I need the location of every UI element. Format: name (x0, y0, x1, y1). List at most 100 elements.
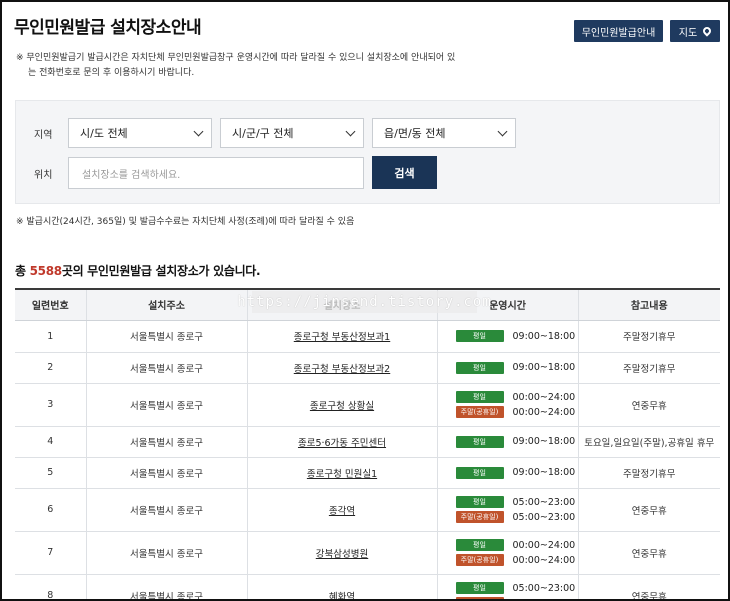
row-note: 연중무휴 (577, 488, 720, 532)
map-button[interactable]: 지도 (670, 20, 720, 42)
table-body: 1 서울특별시 종로구 종로구청 부동산정보과1 평일 09:00~18:00 주말정기휴… (15, 320, 720, 600)
header-note: 참고내용 (577, 288, 720, 321)
location-pin-icon (701, 25, 713, 37)
weekday-badge: 평일 (455, 391, 504, 403)
fee-note: ※ 발급시간(24시간, 365일) 및 발급수수료는 자치단체 사정(조례)에… (16, 217, 355, 227)
place-link[interactable]: 종로구청 상황실 (310, 401, 374, 412)
location-label: 위치 (34, 170, 53, 181)
place-link[interactable]: 종각역 (329, 506, 355, 517)
holiday-badge: 주말(공휴일) (455, 597, 504, 599)
issuance-guide-button[interactable]: 무인민원발급안내 (574, 20, 663, 42)
row-note: 주말정기휴무 (577, 320, 720, 353)
hours-entry: 평일 05:00~23:00 (455, 581, 576, 596)
place-link[interactable]: 종로구청 민원실1 (307, 469, 377, 480)
holiday-badge: 주말(공휴일) (455, 554, 504, 566)
table-row: 5 서울특별시 종로구 종로구청 민원실1 평일 09:00~18:00 주말정기휴무 (15, 457, 720, 489)
hours-entry: 평일 09:00~18:00 (455, 329, 576, 344)
row-note: 토요일,일요일(주말),공휴일 휴무 (577, 426, 720, 458)
row-hours: 평일 00:00~24:00 주말(공휴일) 00:00~24:00 (436, 383, 578, 427)
holiday-badge: 주말(공휴일) (455, 406, 504, 418)
row-address: 서울특별시 종로구 (85, 574, 247, 599)
hours-entry: 평일 09:00~18:00 (455, 360, 576, 375)
weekday-badge: 평일 (455, 435, 504, 448)
sigungu-select[interactable]: 시/군/구 전체 (220, 118, 364, 148)
region-label: 지역 (34, 130, 53, 141)
hours-time: 05:00~23:00 (512, 496, 576, 508)
table-row: 3 서울특별시 종로구 종로구청 상황실 평일 00:00~24:00 주말(공휴일) 00… (15, 383, 720, 427)
map-button-label: 지도 (678, 27, 698, 39)
hours-entry: 평일 09:00~18:00 (455, 465, 576, 480)
row-note: 연중무휴 (577, 383, 720, 427)
row-address: 서울특별시 종로구 (85, 383, 247, 427)
row-hours: 평일 05:00~23:00 주말(공휴일) 05:00~23:00 (436, 574, 578, 600)
row-serial: 2 (15, 352, 86, 384)
row-hours: 평일 09:00~18:00 (436, 320, 578, 353)
search-panel: 지역 시/도 전체 시/군/구 전체 읍/면/동 전체 위치 설치장소를 검색하… (15, 100, 720, 204)
chevron-down-icon (193, 126, 204, 137)
row-serial: 7 (15, 531, 86, 575)
place-link[interactable]: 종로구청 부동산정보과1 (294, 332, 390, 343)
row-serial: 4 (15, 426, 86, 458)
chevron-down-icon (345, 126, 356, 137)
dong-select[interactable]: 읍/면/동 전체 (372, 118, 516, 148)
summary-suffix: 곳의 무인민원발급 설치장소가 있습니다. (61, 264, 261, 278)
hours-entry: 평일 00:00~24:00 (455, 390, 576, 405)
row-place-cell: 강북삼성병원 (246, 531, 437, 575)
place-link[interactable]: 종로구청 부동산정보과2 (294, 364, 390, 375)
weekday-badge: 평일 (455, 330, 504, 342)
search-button[interactable]: 검색 (372, 156, 437, 189)
weekday-badge: 평일 (455, 496, 504, 508)
weekday-badge: 평일 (455, 361, 504, 374)
row-note: 연중무휴 (577, 531, 720, 575)
hours-time: 09:00~18:00 (512, 467, 576, 478)
row-address: 서울특별시 종로구 (85, 352, 247, 384)
location-search-input[interactable]: 설치장소를 검색하세요. (68, 157, 364, 189)
chevron-down-icon (497, 126, 508, 137)
row-hours: 평일 09:00~18:00 (436, 352, 578, 384)
hours-entry: 주말(공휴일) 00:00~24:00 (455, 405, 576, 420)
notice-line-1: ※ 무인민원발급기 발급시간은 자치단체 무인민원발급창구 운영시간에 따라 달… (16, 53, 456, 63)
row-serial: 6 (15, 488, 86, 532)
dong-select-value: 읍/면/동 전체 (384, 127, 446, 140)
result-summary: 총 5588곳의 무인민원발급 설치장소가 있습니다. (15, 262, 261, 279)
hours-time: 09:00~18:00 (512, 362, 576, 373)
place-link[interactable]: 강북삼성병원 (316, 549, 368, 560)
notice-line-2: 는 전화번호로 문의 후 이용하시기 바랍니다. (28, 68, 195, 78)
hours-time: 09:00~18:00 (512, 330, 576, 342)
row-address: 서울특별시 종로구 (85, 320, 247, 353)
row-place-cell: 종각역 (246, 488, 437, 532)
row-address: 서울특별시 종로구 (85, 457, 247, 489)
hours-time: 00:00~24:00 (512, 539, 576, 551)
result-count: 5588 (29, 264, 63, 278)
table-row: 1 서울특별시 종로구 종로구청 부동산정보과1 평일 09:00~18:00 주말정기휴… (15, 320, 720, 353)
place-link[interactable]: 종로5·6가동 주민센터 (298, 438, 386, 449)
sigungu-select-value: 시/군/구 전체 (232, 127, 294, 140)
row-note: 연중무휴 (577, 574, 720, 599)
row-address: 서울특별시 종로구 (85, 426, 247, 458)
weekday-badge: 평일 (455, 582, 504, 594)
sido-select[interactable]: 시/도 전체 (68, 118, 212, 148)
watermark: https://jinsend.tistory.com (237, 291, 491, 313)
place-link[interactable]: 혜화역 (329, 592, 355, 600)
row-place-cell: 종로구청 민원실1 (246, 457, 437, 489)
row-hours: 평일 09:00~18:00 (436, 426, 578, 458)
page-title: 무인민원발급 설치장소안내 (14, 18, 202, 38)
hours-time: 00:00~24:00 (512, 554, 576, 566)
row-serial: 5 (15, 457, 86, 489)
row-note: 주말정기휴무 (577, 352, 720, 384)
hours-time: 00:00~24:00 (512, 391, 576, 403)
header-address: 설치주소 (85, 288, 247, 321)
hours-entry: 평일 05:00~23:00 (455, 495, 576, 510)
table-row: 8서울특별시 종로구혜화역 평일 05:00~23:00 주말(공휴일) 05:00~2… (15, 574, 720, 600)
weekday-badge: 평일 (455, 539, 504, 551)
table-row: 2 서울특별시 종로구 종로구청 부동산정보과2 평일 09:00~18:00 주말정기휴… (15, 352, 720, 384)
header-serial: 일련번호 (15, 288, 86, 321)
row-place-cell: 혜화역 (246, 574, 437, 600)
table-row: 7 서울특별시 종로구 강북삼성병원 평일 00:00~24:00 주말(공휴일) 00:0… (15, 531, 720, 575)
hours-entry: 주말(공휴일) 05:00~23:00 (455, 596, 576, 600)
row-place-cell: 종로구청 부동산정보과1 (246, 320, 437, 353)
hours-time: 00:00~24:00 (512, 406, 576, 418)
hours-entry: 주말(공휴일) 00:00~24:00 (455, 553, 576, 568)
row-serial: 3 (15, 383, 86, 427)
hours-time: 05:00~23:00 (513, 598, 576, 600)
